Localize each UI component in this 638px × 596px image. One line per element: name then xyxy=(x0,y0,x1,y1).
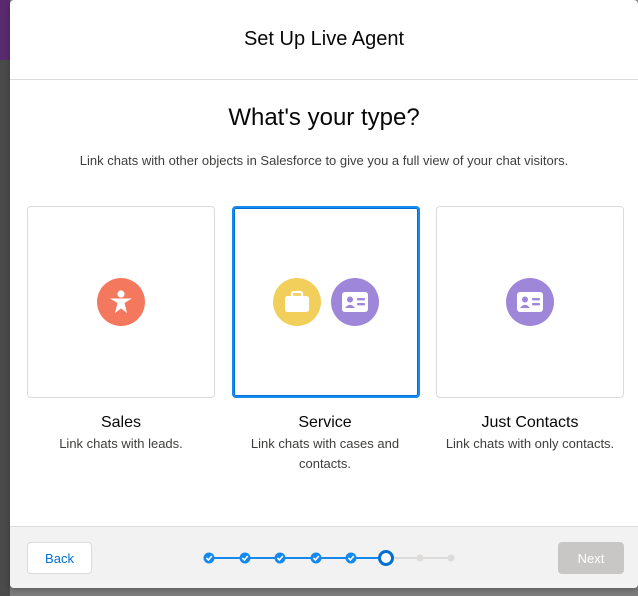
option-card-sales[interactable] xyxy=(27,206,215,398)
option-text-sales: Sales Link chats with leads. xyxy=(21,414,221,454)
progress-step-complete[interactable] xyxy=(239,552,251,564)
option-description: Link chats with cases and contacts. xyxy=(250,436,400,471)
option-text-service: Service Link chats with cases and contac… xyxy=(225,414,425,474)
progress-step-current[interactable] xyxy=(378,550,394,566)
page-heading: What's your type? xyxy=(228,104,420,131)
background-overlay-strip xyxy=(0,60,10,596)
modal-footer: Back Next xyxy=(10,526,638,588)
progress-step-complete[interactable] xyxy=(274,552,286,564)
progress-step-complete[interactable] xyxy=(345,552,357,564)
progress-step-complete[interactable] xyxy=(203,552,215,564)
option-text-just-contacts: Just Contacts Link chats with only conta… xyxy=(430,414,630,454)
progress-step-incomplete xyxy=(416,554,424,562)
option-label: Sales xyxy=(100,414,142,431)
modal-header: Set Up Live Agent xyxy=(10,0,638,80)
contact-icon xyxy=(331,278,379,326)
progress-indicator xyxy=(203,550,455,566)
next-button[interactable]: Next xyxy=(558,542,624,574)
option-card-just-contacts[interactable] xyxy=(436,206,624,398)
progress-step-incomplete xyxy=(447,554,455,562)
setup-modal: Set Up Live Agent What's your type? Link… xyxy=(10,0,638,588)
back-button[interactable]: Back xyxy=(27,542,92,574)
option-description: Link chats with only contacts. xyxy=(445,436,615,451)
contact-icon xyxy=(506,278,554,326)
option-description: Link chats with leads. xyxy=(59,436,183,451)
option-label: Service xyxy=(298,414,352,431)
modal-title: Set Up Live Agent xyxy=(243,28,405,50)
background-app-strip xyxy=(0,0,10,60)
modal-body: What's your type? Link chats with other … xyxy=(10,80,638,525)
case-icon xyxy=(273,278,321,326)
option-label: Just Contacts xyxy=(481,414,579,431)
lead-icon xyxy=(97,278,145,326)
option-card-service[interactable] xyxy=(232,206,420,398)
progress-step-complete[interactable] xyxy=(310,552,322,564)
page-subheading: Link chats with other objects in Salesfo… xyxy=(79,153,569,168)
